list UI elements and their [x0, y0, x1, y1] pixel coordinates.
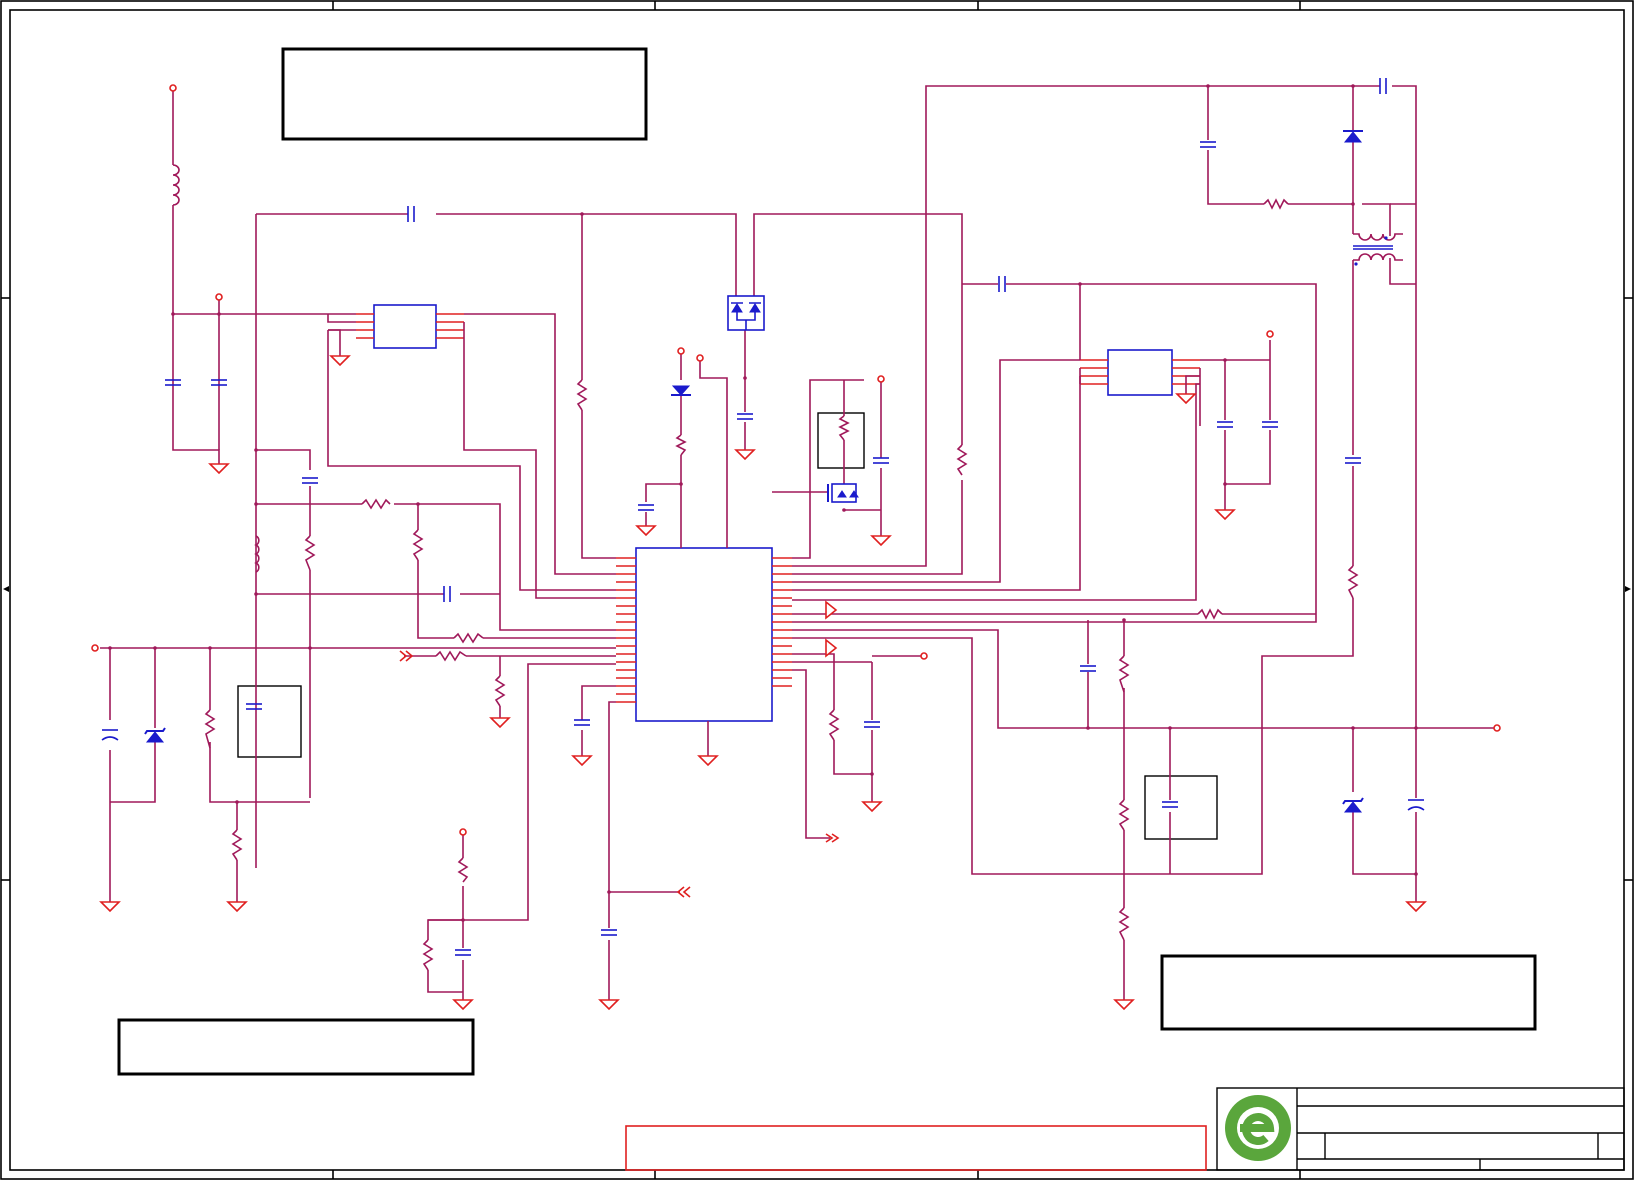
- power-port-icon: [169, 84, 177, 92]
- resistor-icon: [435, 650, 467, 662]
- note-box-top: [281, 47, 648, 141]
- power-port-icon: [459, 828, 467, 836]
- resistor-icon: [457, 857, 469, 883]
- inductors: [172, 164, 260, 573]
- wires: [100, 85, 1495, 1000]
- power-port-icon: [877, 375, 885, 383]
- capacitor-icon: [574, 719, 590, 726]
- diode-icon: [1343, 130, 1363, 143]
- capacitor-icon: [101, 729, 119, 741]
- zener-diode-icon: [1342, 797, 1364, 813]
- power-port-icon: [677, 347, 685, 355]
- resistor-icon: [412, 529, 424, 561]
- resistor-icon: [304, 535, 316, 571]
- capacitor-icon: [1162, 801, 1178, 808]
- capacitor-icon: [1200, 141, 1216, 148]
- power-port-icon: [215, 293, 223, 301]
- ground-icon: [870, 535, 892, 547]
- ground-icon: [329, 355, 351, 367]
- inductor-icon: [172, 164, 180, 206]
- ground-icon: [489, 717, 511, 729]
- capacitor-icon: [1407, 799, 1425, 811]
- diode-icon: [671, 385, 691, 396]
- zener-diode-icon: [144, 727, 166, 743]
- resistor-icon: [1197, 608, 1223, 620]
- resistor-icon: [838, 415, 850, 441]
- mosfet-icon: [827, 483, 859, 503]
- resistor-icon: [1118, 907, 1130, 941]
- capacitor-icon: [455, 949, 471, 956]
- power-port-icon: [920, 652, 928, 660]
- resistor-icon: [453, 632, 484, 644]
- ground-icon: [697, 755, 719, 767]
- ground-icon: [226, 901, 248, 913]
- schematic-diagram: [0, 0, 1634, 1180]
- power-port-icon: [696, 354, 704, 362]
- capacitor-icon: [601, 929, 617, 936]
- power-port-icon: [1266, 330, 1274, 338]
- ground-icon: [1214, 509, 1236, 521]
- dual-diode-icon: [727, 295, 765, 331]
- ground-icon: [1175, 393, 1197, 405]
- ground-icon: [1113, 999, 1135, 1011]
- resistor-icon: [956, 444, 968, 476]
- resistor-icon: [231, 829, 243, 861]
- resistor-icon: [1263, 198, 1289, 210]
- capacitor-icon: [1080, 665, 1096, 672]
- resistor-icon: [1118, 655, 1130, 693]
- capacitor-icon: [864, 721, 880, 728]
- net-flag-icon: [825, 600, 838, 620]
- capacitor-icon: [638, 504, 654, 511]
- ground-icon: [1405, 901, 1427, 913]
- resistor-icon: [828, 709, 840, 741]
- resistor-icon: [494, 675, 506, 707]
- resistor-icon: [1118, 799, 1130, 831]
- capacitor-icon: [1379, 78, 1387, 94]
- net-ports: [91, 84, 1501, 898]
- right-module-outline: [1144, 775, 1218, 840]
- resistor-icon: [675, 434, 687, 456]
- note-box-bottom-left: [117, 1018, 475, 1076]
- capacitor-icon: [443, 586, 451, 602]
- capacitor-icon: [1262, 421, 1278, 428]
- title-block: [625, 1087, 1625, 1171]
- resistor-icon: [1347, 565, 1359, 599]
- left-regulator-ic: [373, 304, 437, 349]
- note-box-bottom-right: [1160, 954, 1537, 1031]
- ground-icon: [598, 999, 620, 1011]
- ground-icon: [734, 449, 756, 461]
- ground-symbols: [99, 355, 1427, 1011]
- capacitor-icon: [407, 206, 415, 222]
- junctions: [108, 84, 1418, 922]
- power-port-icon: [1493, 724, 1501, 732]
- company-logo: [1225, 1095, 1291, 1161]
- ground-icon: [571, 755, 593, 767]
- resistor-icon: [576, 379, 588, 411]
- main-controller-ic: [635, 547, 773, 722]
- capacitor-icon: [246, 703, 262, 710]
- capacitor-icon: [1217, 421, 1233, 428]
- right-regulator-ic: [1107, 349, 1173, 396]
- ground-icon: [99, 901, 121, 913]
- transformer-icon: [1353, 233, 1403, 266]
- capacitor-icon: [737, 413, 753, 420]
- power-port-icon: [91, 644, 99, 652]
- main-ic-pins: [616, 557, 792, 703]
- mid-module-outline: [817, 412, 865, 469]
- resistor-icon: [422, 939, 434, 971]
- capacitor-icon: [302, 477, 318, 484]
- resistors: [204, 198, 1359, 971]
- ground-icon: [635, 525, 657, 537]
- ground-icon: [861, 801, 883, 813]
- ground-icon: [452, 999, 474, 1011]
- ground-icon: [208, 463, 230, 475]
- left-module-outline: [237, 685, 302, 758]
- capacitor-icon: [998, 276, 1006, 292]
- resistor-icon: [361, 498, 391, 510]
- capacitor-icon: [873, 457, 889, 464]
- capacitor-icon: [1345, 457, 1361, 464]
